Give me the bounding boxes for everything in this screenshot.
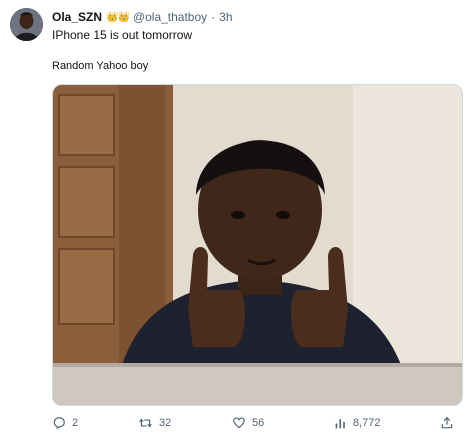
retweet-button[interactable]: 32 [138, 414, 171, 432]
views-count: 8,772 [353, 417, 381, 429]
tweet-header: Ola_SZN 👑👑 @ola_thatboy · 3h [52, 8, 233, 26]
user-handle[interactable]: @ola_thatboy [133, 10, 207, 24]
display-name[interactable]: Ola_SZN [52, 10, 102, 24]
share-icon [441, 416, 453, 429]
retweet-icon [139, 418, 152, 428]
like-count: 56 [252, 417, 265, 429]
media-illustration [53, 85, 462, 405]
reply-button[interactable]: 2 [52, 414, 78, 432]
avatar[interactable] [10, 8, 43, 41]
reply-count: 2 [72, 417, 79, 429]
tweet-text: IPhone 15 is out tomorrow [52, 28, 193, 42]
crown-badges: 👑👑 [106, 11, 130, 23]
tweet-actions-bar: 2 32 56 8,772 [52, 414, 474, 432]
comment-icon [53, 417, 65, 430]
media-caption: Random Yahoo boy [52, 60, 149, 72]
retweet-count: 32 [159, 417, 172, 429]
like-button[interactable]: 56 [232, 414, 264, 432]
tweet-media-photo[interactable] [52, 84, 463, 406]
views-chart-icon [335, 418, 345, 428]
timestamp[interactable]: 3h [219, 10, 232, 24]
views-button[interactable]: 8,772 [334, 414, 381, 432]
share-button[interactable] [440, 414, 454, 432]
separator-dot: · [211, 10, 216, 24]
tweet-card[interactable]: Ola_SZN 👑👑 @ola_thatboy · 3h IPhone 15 i… [0, 0, 474, 439]
heart-icon [233, 417, 245, 429]
